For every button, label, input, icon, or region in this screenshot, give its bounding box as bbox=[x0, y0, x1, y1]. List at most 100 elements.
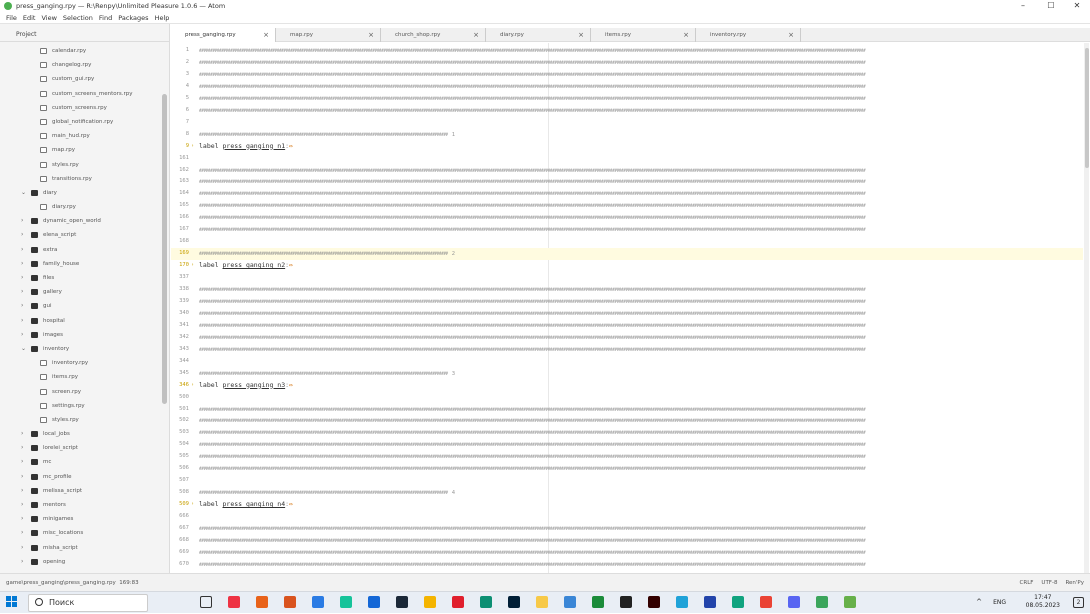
code-line[interactable]: 167 #####################################… bbox=[171, 224, 1083, 236]
code-line[interactable]: 666 bbox=[171, 511, 1083, 523]
tree-file-item[interactable]: settings.rpy bbox=[0, 399, 169, 413]
maximize-button[interactable]: ☐ bbox=[1040, 0, 1062, 12]
app-icon-blue[interactable] bbox=[312, 596, 324, 608]
tree-folder-item[interactable]: › melissa_script bbox=[0, 484, 169, 498]
status-grammar[interactable]: Ren'Py bbox=[1065, 580, 1084, 586]
code-line[interactable]: 4 #######################################… bbox=[171, 81, 1083, 93]
fold-marker[interactable]: ⇔ bbox=[289, 500, 293, 508]
tree-file-item[interactable]: diary.rpy bbox=[0, 200, 169, 214]
status-encoding[interactable]: UTF-8 bbox=[1041, 580, 1057, 586]
menu-help[interactable]: Help bbox=[155, 12, 170, 24]
code-line[interactable]: 342 #####################################… bbox=[171, 332, 1083, 344]
code-line[interactable]: 7 bbox=[171, 117, 1083, 129]
chevron-right-icon[interactable]: › bbox=[21, 470, 23, 484]
discord-icon[interactable] bbox=[788, 596, 800, 608]
code-line[interactable]: 501 #####################################… bbox=[171, 404, 1083, 416]
project-panel-title[interactable]: Project bbox=[0, 28, 169, 42]
chevron-right-icon[interactable]: › bbox=[21, 271, 23, 285]
chevron-right-icon[interactable]: › bbox=[21, 512, 23, 526]
code-line[interactable]: 504 #####################################… bbox=[171, 439, 1083, 451]
chevron-right-icon[interactable]: › bbox=[21, 484, 23, 498]
chrome-icon[interactable] bbox=[424, 596, 436, 608]
status-file-path[interactable]: game\press_ganging\press_ganging.rpy bbox=[6, 580, 116, 586]
chevron-right-icon[interactable]: › bbox=[21, 328, 23, 342]
code-line[interactable]: 339 #####################################… bbox=[171, 296, 1083, 308]
tree-folder-item[interactable]: › mc_profile bbox=[0, 470, 169, 484]
code-line[interactable]: 8 #######################################… bbox=[171, 129, 1083, 141]
menu-find[interactable]: Find bbox=[99, 12, 112, 24]
sidebar-scrollbar[interactable] bbox=[162, 94, 167, 404]
task-view-icon[interactable] bbox=[200, 596, 212, 608]
tree-folder-item[interactable]: › misha_script bbox=[0, 541, 169, 555]
chevron-right-icon[interactable]: › bbox=[21, 555, 23, 569]
code-line[interactable]: 340 #####################################… bbox=[171, 308, 1083, 320]
fold-icon[interactable]: › bbox=[191, 260, 194, 272]
code-line[interactable]: 502 #####################################… bbox=[171, 415, 1083, 427]
tree-file-item[interactable]: items.rpy bbox=[0, 370, 169, 384]
close-icon[interactable]: × bbox=[683, 28, 689, 42]
chevron-down-icon[interactable]: ⌄ bbox=[21, 186, 26, 200]
tree-folder-item[interactable]: › files bbox=[0, 271, 169, 285]
fold-icon[interactable]: › bbox=[191, 380, 194, 392]
fold-marker[interactable]: ⇔ bbox=[289, 261, 293, 269]
code-line[interactable]: 164 #####################################… bbox=[171, 188, 1083, 200]
terminal-icon[interactable] bbox=[620, 596, 632, 608]
code-line[interactable]: 6 #######################################… bbox=[171, 105, 1083, 117]
fold-icon[interactable]: › bbox=[191, 141, 194, 153]
tree-folder-item[interactable]: › extra bbox=[0, 243, 169, 257]
tree-file-item[interactable]: styles.rpy bbox=[0, 413, 169, 427]
file-explorer-icon[interactable] bbox=[536, 596, 548, 608]
code-line[interactable]: 503 #####################################… bbox=[171, 427, 1083, 439]
close-button[interactable]: ✕ bbox=[1066, 0, 1088, 12]
code-line[interactable]: 169 #####################################… bbox=[171, 248, 1083, 261]
label-name[interactable]: press_ganging_n2 bbox=[223, 261, 286, 269]
tree-folder-item[interactable]: › elena_script bbox=[0, 228, 169, 242]
scratch-app-icon[interactable] bbox=[228, 596, 240, 608]
tree-folder-item[interactable]: › local_jobs bbox=[0, 427, 169, 441]
clock[interactable]: 17:47 08.05.2023 bbox=[1026, 594, 1060, 610]
app-icon-square[interactable] bbox=[704, 596, 716, 608]
editor-tab[interactable]: map.rpy × bbox=[276, 28, 381, 42]
code-line[interactable]: 5 #######################################… bbox=[171, 93, 1083, 105]
code-line[interactable]: 344 bbox=[171, 356, 1083, 368]
code-line[interactable]: 168 bbox=[171, 236, 1083, 248]
editor-tab[interactable]: press_ganging.rpy × bbox=[171, 28, 276, 42]
tree-file-item[interactable]: map.rpy bbox=[0, 143, 169, 157]
tree-folder-item[interactable]: › lorelei_script bbox=[0, 441, 169, 455]
code-line[interactable]: 337 bbox=[171, 272, 1083, 284]
chevron-right-icon[interactable]: › bbox=[21, 314, 23, 328]
chevron-right-icon[interactable]: › bbox=[21, 526, 23, 540]
code-line[interactable]: 166 #####################################… bbox=[171, 212, 1083, 224]
code-line[interactable]: 170 › label press_ganging_n2:⇔ bbox=[171, 260, 1083, 272]
tree-folder-item[interactable]: › gui bbox=[0, 299, 169, 313]
gmail-icon[interactable] bbox=[760, 596, 772, 608]
chevron-right-icon[interactable]: › bbox=[21, 257, 23, 271]
minimize-button[interactable]: – bbox=[1012, 0, 1034, 12]
tree-folder-item[interactable]: › family_house bbox=[0, 257, 169, 271]
app-icon-green[interactable] bbox=[732, 596, 744, 608]
code-line[interactable]: 3 #######################################… bbox=[171, 69, 1083, 81]
chevron-right-icon[interactable]: › bbox=[21, 427, 23, 441]
code-line[interactable]: 505 #####################################… bbox=[171, 451, 1083, 463]
tree-file-item[interactable]: custom_screens.rpy bbox=[0, 101, 169, 115]
label-name[interactable]: press_ganging_n4 bbox=[223, 500, 286, 508]
code-line[interactable]: 1 #######################################… bbox=[171, 45, 1083, 57]
tree-folder-item[interactable]: ⌄ diary bbox=[0, 186, 169, 200]
tree-file-item[interactable]: main_hud.rpy bbox=[0, 129, 169, 143]
fold-icon[interactable]: › bbox=[191, 499, 194, 511]
code-line[interactable]: 509 › label press_ganging_n4:⇔ bbox=[171, 499, 1083, 511]
close-icon[interactable]: × bbox=[473, 28, 479, 42]
code-line[interactable]: 667 #####################################… bbox=[171, 523, 1083, 535]
chevron-right-icon[interactable]: › bbox=[21, 228, 23, 242]
windows-start-icon[interactable] bbox=[6, 596, 18, 608]
menu-view[interactable]: View bbox=[41, 12, 56, 24]
notification-center-icon[interactable]: 2 bbox=[1073, 597, 1084, 608]
tray-overflow-icon[interactable]: ^ bbox=[976, 598, 982, 606]
code-editor[interactable]: 1 #######################################… bbox=[171, 43, 1090, 573]
menu-edit[interactable]: Edit bbox=[23, 12, 36, 24]
chevron-right-icon[interactable]: › bbox=[21, 243, 23, 257]
tree-folder-item[interactable]: › opening bbox=[0, 555, 169, 569]
tree-file-item[interactable]: calendar.rpy bbox=[0, 44, 169, 58]
code-line[interactable]: 507 bbox=[171, 475, 1083, 487]
code-line[interactable]: 670 #####################################… bbox=[171, 559, 1083, 571]
